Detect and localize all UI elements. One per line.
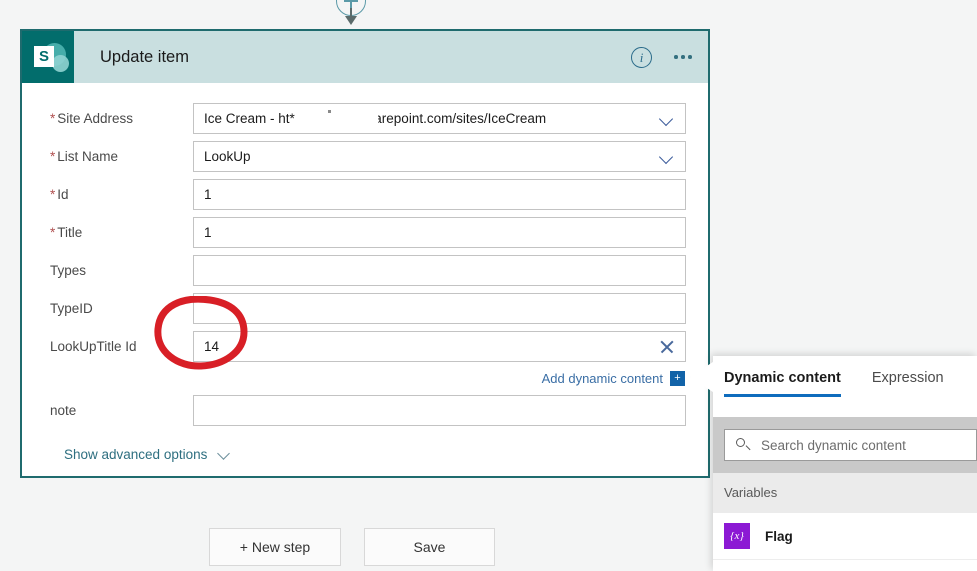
dynamic-panel-tabs: Dynamic content Expression bbox=[713, 356, 977, 417]
ellipsis-dot bbox=[674, 55, 678, 59]
search-input[interactable]: Search dynamic content bbox=[724, 429, 977, 461]
site-address-redaction bbox=[298, 103, 378, 133]
lookuptitle-id-value: 14 bbox=[204, 338, 220, 354]
lookuptitle-id-input[interactable]: 14 bbox=[193, 330, 686, 362]
chevron-down-icon bbox=[216, 448, 233, 462]
field-wrap-list-name: LookUp bbox=[193, 140, 686, 172]
save-button[interactable]: Save bbox=[364, 528, 495, 566]
field-wrap-lookuptitle-id: 14 bbox=[193, 330, 686, 362]
list-name-input[interactable]: LookUp bbox=[193, 140, 686, 172]
required-marker: * bbox=[50, 148, 56, 164]
field-wrap-id: 1 bbox=[193, 178, 686, 210]
site-address-input[interactable]: Ice Cream - ht* harepoint.com/sites/IceC… bbox=[193, 102, 686, 134]
form-row-lookuptitle-id: LookUpTitle Id 14 bbox=[38, 327, 686, 365]
field-label-site-address: * Site Address bbox=[50, 110, 134, 126]
form-row-id: * Id 1 bbox=[38, 175, 686, 213]
add-dynamic-content-link[interactable]: Add dynamic content bbox=[542, 371, 663, 386]
dynamic-panel-search-area: Search dynamic content bbox=[713, 417, 977, 473]
page-title: Update item bbox=[100, 47, 189, 66]
card-header-actions: i bbox=[631, 31, 694, 83]
site-address-redaction-dot bbox=[328, 109, 331, 113]
sharepoint-icon-letter: S bbox=[34, 46, 54, 67]
field-label-note: note bbox=[50, 402, 77, 418]
typeid-input[interactable] bbox=[193, 292, 686, 324]
field-wrap-types bbox=[193, 254, 686, 286]
search-placeholder: Search dynamic content bbox=[761, 437, 906, 453]
title-value: 1 bbox=[204, 224, 212, 240]
dynamic-panel-list: {x} Flag bbox=[713, 513, 977, 560]
show-advanced-options-label: Show advanced options bbox=[64, 447, 208, 462]
site-address-value-tail: harepoint.com/sites/IceCream bbox=[366, 110, 547, 126]
clear-icon[interactable] bbox=[659, 339, 674, 354]
field-label-title: * Title bbox=[50, 224, 83, 240]
field-wrap-title: 1 bbox=[193, 216, 686, 248]
list-name-value: LookUp bbox=[204, 148, 251, 164]
form-row-typeid: TypeID bbox=[38, 289, 686, 327]
dynamic-content-panel: Dynamic content Expression Search dynami… bbox=[713, 356, 977, 571]
list-item[interactable]: {x} Flag bbox=[713, 513, 977, 560]
field-wrap-site-address: Ice Cream - ht* harepoint.com/sites/IceC… bbox=[193, 102, 686, 134]
search-icon bbox=[735, 437, 751, 453]
sharepoint-icon: S bbox=[22, 31, 74, 83]
variable-icon: {x} bbox=[724, 523, 750, 549]
site-address-value: Ice Cream - ht* bbox=[204, 110, 295, 126]
card-body: * Site Address Ice Cream - ht* harepoint.… bbox=[22, 83, 708, 462]
update-item-action-card: S Update item i * Site Address Ice Cream … bbox=[20, 29, 710, 478]
id-input[interactable]: 1 bbox=[193, 178, 686, 210]
ellipsis-dot bbox=[688, 55, 692, 59]
chevron-down-icon[interactable] bbox=[661, 113, 674, 126]
note-input[interactable] bbox=[193, 394, 686, 426]
field-label-typeid: TypeID bbox=[50, 300, 93, 316]
field-wrap-typeid bbox=[193, 292, 686, 324]
form-row-types: Types bbox=[38, 251, 686, 289]
field-label-id: * Id bbox=[50, 186, 69, 202]
info-icon[interactable]: i bbox=[631, 46, 653, 68]
form-row-title: * Title 1 bbox=[38, 213, 686, 251]
more-options-icon[interactable] bbox=[672, 49, 694, 65]
add-dynamic-content-row: Add dynamic content + bbox=[38, 365, 686, 391]
form-row-site-address: * Site Address Ice Cream - ht* harepoint.… bbox=[38, 99, 686, 137]
required-marker: * bbox=[50, 186, 56, 202]
required-marker: * bbox=[50, 110, 56, 126]
new-step-button[interactable]: + New step bbox=[209, 528, 341, 566]
show-advanced-options-button[interactable]: Show advanced options bbox=[64, 447, 686, 462]
field-label-list-name: * List Name bbox=[50, 148, 119, 164]
connector-arrow-head bbox=[345, 16, 357, 25]
sharepoint-icon-circle-small bbox=[52, 55, 69, 72]
title-input[interactable]: 1 bbox=[193, 216, 686, 248]
field-wrap-note bbox=[193, 394, 686, 426]
types-input[interactable] bbox=[193, 254, 686, 286]
field-label-types: Types bbox=[50, 262, 87, 278]
flow-footer-buttons: + New step Save bbox=[209, 528, 495, 566]
id-value: 1 bbox=[204, 186, 212, 202]
flow-connector bbox=[336, 0, 368, 26]
chevron-down-icon[interactable] bbox=[661, 151, 674, 164]
list-item-label: Flag bbox=[765, 528, 793, 544]
tab-expression[interactable]: Expression bbox=[872, 370, 944, 397]
add-dynamic-content-plus-icon[interactable]: + bbox=[670, 370, 685, 386]
tab-dynamic-content[interactable]: Dynamic content bbox=[724, 370, 841, 397]
dynamic-panel-section-header: Variables bbox=[713, 473, 977, 513]
form-row-note: note bbox=[38, 391, 686, 429]
card-header: S Update item i bbox=[22, 31, 708, 83]
ellipsis-dot bbox=[681, 55, 685, 59]
field-label-lookuptitle-id: LookUpTitle Id bbox=[50, 338, 137, 354]
form-row-list-name: * List Name LookUp bbox=[38, 137, 686, 175]
required-marker: * bbox=[50, 224, 56, 240]
